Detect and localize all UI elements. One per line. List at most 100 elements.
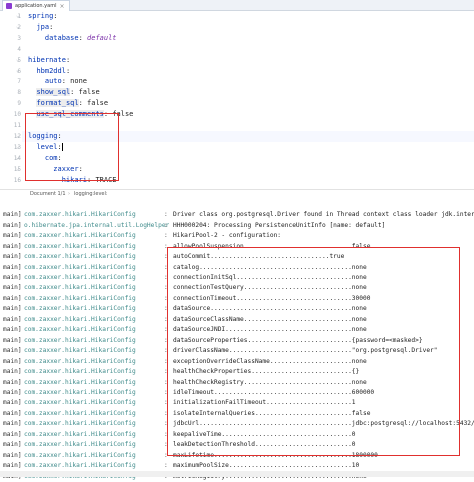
breadcrumb-separator: › — [68, 191, 70, 197]
log-logger-name[interactable]: com.zaxxer.hikari.HikariConfig — [24, 345, 136, 356]
fold-icon[interactable]: ⌄ — [16, 12, 20, 19]
yaml-file-icon — [6, 3, 12, 9]
log-thread: main] — [3, 274, 22, 281]
log-logger-name[interactable]: com.zaxxer.hikari.HikariConfig — [24, 251, 136, 262]
log-logger-name[interactable]: com.zaxxer.hikari.HikariConfig — [24, 303, 136, 314]
logging-config-highlight-box — [25, 113, 119, 181]
log-logger-name[interactable]: com.zaxxer.hikari.HikariConfig — [24, 293, 136, 304]
log-logger-name[interactable]: com.zaxxer.hikari.HikariConfig — [24, 439, 136, 450]
code-line[interactable]: show_sql: false — [28, 87, 100, 98]
line-number: 9 — [17, 100, 21, 108]
log-thread: main] — [3, 232, 22, 240]
code-line[interactable]: auto: none — [28, 76, 87, 87]
log-separator: : — [164, 232, 168, 240]
log-logger-name[interactable]: com.zaxxer.hikari.HikariConfig — [24, 418, 136, 429]
fold-icon[interactable]: ⌄ — [16, 132, 20, 139]
breadcrumb-document[interactable]: Document 1/1 — [30, 191, 66, 197]
log-logger-name[interactable]: com.zaxxer.hikari.HikariConfig — [24, 460, 136, 471]
log-logger-name[interactable]: com.zaxxer.hikari.HikariConfig — [24, 387, 136, 398]
log-separator: : — [164, 462, 168, 470]
yaml-separator: : — [65, 66, 71, 75]
log-thread: main] — [3, 420, 22, 428]
log-thread: main] — [3, 211, 22, 219]
log-logger-name[interactable]: com.zaxxer.hikari.HikariConfig — [24, 324, 136, 335]
log-logger-name[interactable]: com.zaxxer.hikari.HikariConfig — [24, 429, 136, 440]
line-number: 7 — [17, 78, 21, 86]
yaml-key: show_sql — [36, 88, 71, 97]
code-editor[interactable]: application.yaml × 1 ⌄ 2 ⌄ 3 4 5 ⌄ 6 ⌄ 7 8 9 10 11 12 ⌄ 1… — [0, 0, 474, 190]
yaml-separator: : — [65, 55, 71, 64]
log-thread: main] — [3, 284, 22, 292]
yaml-key: hbm2ddl — [36, 66, 66, 75]
log-logger-name[interactable]: com.zaxxer.hikari.HikariConfig — [24, 230, 136, 241]
log-thread: main] — [3, 263, 22, 271]
line-number: 10 — [13, 111, 21, 119]
log-logger-name[interactable]: com.zaxxer.hikari.HikariConfig — [24, 356, 136, 367]
log-thread: main] — [3, 221, 22, 229]
yaml-key: database — [44, 33, 79, 42]
log-thread: main] — [3, 347, 22, 355]
yaml-separator: : — [78, 99, 88, 108]
yaml-value: false — [87, 99, 109, 108]
editor-tab-bar: application.yaml × — [0, 0, 474, 11]
log-thread: main] — [3, 409, 22, 417]
log-logger-name[interactable]: com.zaxxer.hikari.HikariConfig — [24, 241, 136, 252]
console-log-line[interactable]: main] com.zaxxer.hikari.HikariConfig: maxi… — [0, 460, 474, 471]
code-line[interactable]: format_sql: false — [28, 98, 108, 109]
code-line[interactable]: spring: — [28, 11, 58, 22]
yaml-separator: : — [78, 33, 88, 42]
log-thread: main] — [3, 357, 22, 365]
log-thread: main] — [3, 315, 22, 323]
yaml-value: none — [70, 77, 88, 86]
line-number-gutter: 1 ⌄ 2 ⌄ 3 4 5 ⌄ 6 ⌄ 7 8 9 10 11 12 ⌄ 13 ⌄ 14 ⌄ 15 ⌄ 16 — [0, 11, 22, 184]
line-number: 16 — [13, 176, 21, 184]
log-thread: main] — [3, 451, 22, 459]
log-logger-name[interactable]: o.hibernate.jpa.internal.util.LogHelper — [24, 220, 169, 231]
yaml-separator: : — [53, 12, 58, 20]
log-thread: main] — [3, 326, 22, 334]
breadcrumb-logging[interactable]: logging: — [74, 191, 94, 197]
log-logger-name[interactable]: com.zaxxer.hikari.HikariConfig — [24, 262, 136, 273]
log-logger-name[interactable]: com.zaxxer.hikari.HikariConfig — [24, 377, 136, 388]
console-log-line[interactable]: main] com.zaxxer.hikari.HikariConfig: Driv… — [0, 209, 474, 220]
fold-icon[interactable]: ⌄ — [16, 67, 20, 74]
log-thread: main] — [3, 294, 22, 302]
log-logger-name[interactable]: com.zaxxer.hikari.HikariConfig — [24, 209, 136, 220]
log-message: HHH000204: Processing PersistenceUnitInf… — [173, 221, 386, 229]
console-log-line[interactable]: main] com.zaxxer.hikari.HikariConfig: Hika… — [0, 230, 474, 241]
fold-icon[interactable]: ⌄ — [16, 56, 20, 63]
line-number: 8 — [17, 89, 21, 97]
yaml-separator: : — [70, 88, 79, 97]
fold-icon[interactable]: ⌄ — [16, 143, 20, 150]
log-logger-name[interactable]: com.zaxxer.hikari.HikariConfig — [24, 282, 136, 293]
breadcrumb-level[interactable]: level: — [94, 191, 108, 197]
fold-icon[interactable]: ⌄ — [16, 165, 20, 172]
code-line[interactable]: database: default — [28, 33, 117, 44]
log-logger-name[interactable]: com.zaxxer.hikari.HikariConfig — [24, 408, 136, 419]
log-logger-name[interactable]: com.zaxxer.hikari.HikariConfig — [24, 366, 136, 377]
console-log-line[interactable]: main] o.hibernate.jpa.internal.util.LogHe… — [0, 220, 474, 231]
log-logger-name[interactable]: com.zaxxer.hikari.HikariConfig — [24, 450, 136, 461]
log-logger-name[interactable]: com.zaxxer.hikari.HikariConfig — [24, 272, 136, 283]
log-thread: main] — [3, 430, 22, 438]
fold-icon[interactable]: ⌄ — [16, 23, 20, 30]
log-logger-name[interactable]: com.zaxxer.hikari.HikariConfig — [24, 314, 136, 325]
log-thread: main] — [3, 441, 22, 449]
fold-icon[interactable]: ⌄ — [16, 154, 20, 161]
code-line[interactable]: jpa: — [28, 22, 53, 33]
log-thread: main] — [3, 242, 22, 250]
yaml-value: false — [78, 88, 100, 97]
yaml-key: spring — [28, 12, 54, 20]
line-number: 3 — [17, 34, 21, 42]
code-line[interactable]: hibernate: — [28, 55, 70, 66]
tab-application-yaml[interactable]: application.yaml × — [2, 0, 71, 11]
log-logger-name[interactable]: com.zaxxer.hikari.HikariConfig — [24, 335, 136, 346]
close-tab-icon[interactable]: × — [59, 3, 64, 10]
breadcrumb-separator: › — [88, 191, 90, 197]
code-line[interactable]: hbm2ddl: — [28, 66, 70, 77]
yaml-key: format_sql — [36, 99, 79, 108]
log-thread: main] — [3, 388, 22, 396]
log-logger-name[interactable]: com.zaxxer.hikari.HikariConfig — [24, 397, 136, 408]
horizontal-scrollbar[interactable] — [0, 471, 474, 477]
